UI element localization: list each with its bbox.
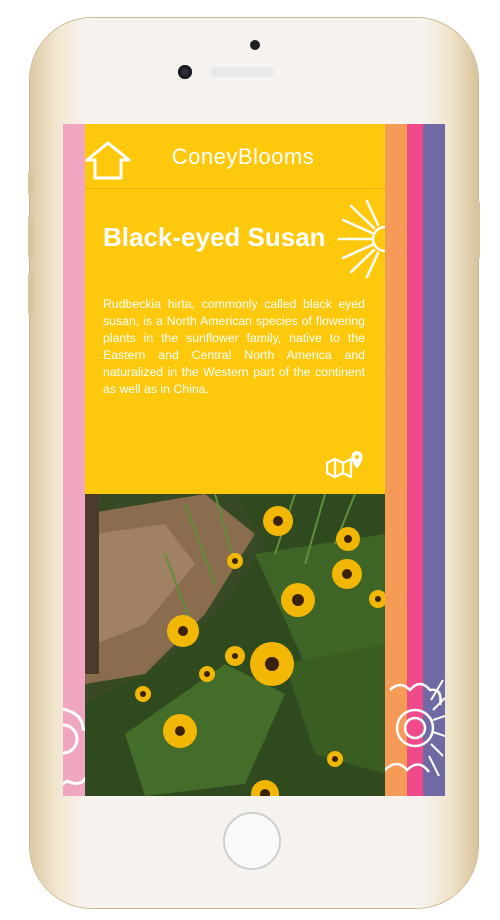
sunflower-icon	[337, 200, 385, 278]
mute-switch	[28, 170, 34, 196]
app-title: ConeyBlooms	[171, 144, 315, 169]
proximity-sensor	[250, 40, 260, 50]
side-flower-decoration-icon	[385, 679, 445, 777]
front-camera	[178, 65, 192, 79]
map-pin-icon[interactable]	[325, 449, 367, 479]
home-button[interactable]	[223, 812, 281, 870]
app-screen: ConeyBlooms Black-eyed Susan Rudbeckia h…	[63, 124, 445, 796]
flower-photo	[85, 494, 385, 796]
power-button	[474, 200, 480, 260]
flower-name: Black-eyed Susan	[103, 222, 326, 252]
earpiece-speaker	[210, 67, 274, 77]
flower-card: ConeyBlooms Black-eyed Susan Rudbeckia h…	[85, 124, 385, 796]
flower-description: Rudbeckia hirta, commonly called black e…	[103, 297, 365, 396]
volume-up-button	[28, 215, 34, 259]
volume-down-button	[28, 272, 34, 316]
app-header: ConeyBlooms	[85, 124, 385, 189]
